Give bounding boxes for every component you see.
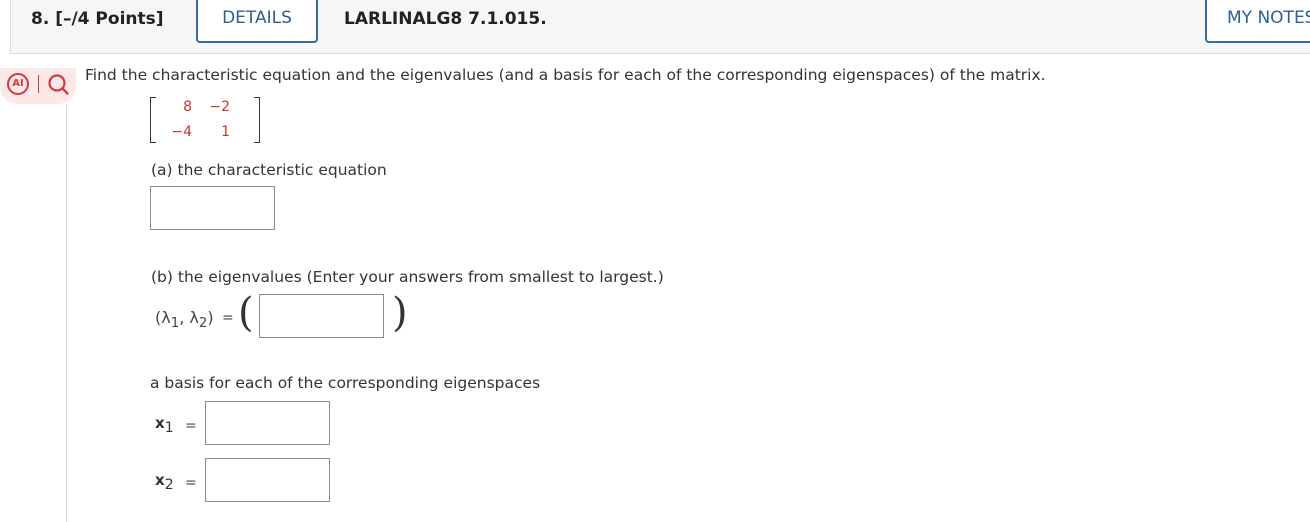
- right-paren: ): [392, 290, 408, 336]
- question-header: 8. [–/4 Points] DETAILS LARLINALG8 7.1.0…: [10, 0, 1310, 54]
- ai-tools-bar: AI: [0, 68, 76, 104]
- eigenvalues-input[interactable]: [259, 294, 384, 338]
- content-left-rule: [66, 104, 67, 522]
- eigenvalue-equals: =: [222, 310, 234, 326]
- search-icon[interactable]: [46, 72, 70, 96]
- characteristic-equation-input[interactable]: [150, 186, 275, 230]
- part-b-label: (b) the eigenvalues (Enter your answers …: [151, 268, 664, 286]
- x2-basis-input[interactable]: [205, 458, 330, 502]
- x2-label: x2: [155, 471, 174, 493]
- lambda-sub-1: 1: [170, 316, 180, 332]
- matrix-cell-1-2: −2: [209, 99, 230, 115]
- ai-assistant-icon[interactable]: AI: [7, 73, 29, 95]
- tools-divider: [38, 75, 39, 93]
- x1-label: x1: [155, 414, 174, 436]
- matrix-left-bracket: [150, 97, 156, 143]
- x1-var: x: [155, 414, 165, 432]
- matrix-cell-2-1: −4: [171, 124, 192, 140]
- part-a-label: (a) the characteristic equation: [151, 161, 387, 179]
- x2-var: x: [155, 471, 165, 489]
- lambda-comma: , λ: [179, 308, 199, 327]
- left-paren: (: [238, 290, 254, 336]
- question-id: LARLINALG8 7.1.015.: [344, 9, 547, 29]
- matrix: 8 −2 −4 1: [150, 96, 260, 146]
- matrix-cell-1-1: 8: [183, 99, 192, 115]
- matrix-cell-2-2: 1: [221, 124, 230, 140]
- question-prompt: Find the characteristic equation and the…: [85, 66, 1046, 84]
- basis-label: a basis for each of the corresponding ei…: [150, 374, 541, 392]
- question-number: 8. [–/4 Points]: [31, 9, 164, 29]
- x2-sub: 2: [164, 477, 174, 493]
- matrix-right-bracket: [254, 97, 260, 143]
- x1-equals: =: [185, 418, 197, 434]
- eigenvalue-pair-label: (λ1, λ2): [155, 308, 214, 331]
- x1-sub: 1: [164, 420, 174, 436]
- x1-basis-input[interactable]: [205, 401, 330, 445]
- lambda-close: ): [207, 308, 214, 327]
- my-notes-button[interactable]: MY NOTES: [1205, 0, 1310, 43]
- x2-equals: =: [185, 475, 197, 491]
- details-button[interactable]: DETAILS: [196, 0, 318, 43]
- lambda-open: (λ: [155, 308, 171, 327]
